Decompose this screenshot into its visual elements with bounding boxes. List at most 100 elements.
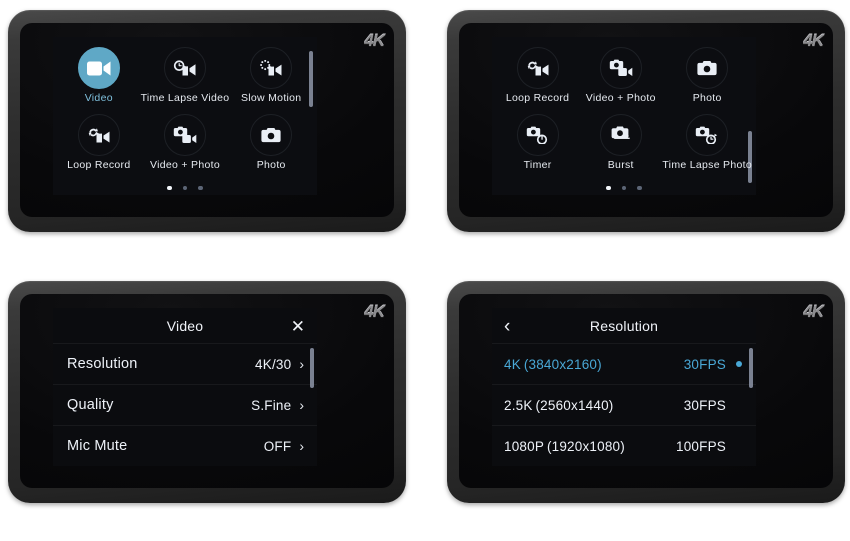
mode-icon-wrap [163,114,206,156]
mode-label: Video + Photo [150,159,220,171]
page-dot-1[interactable] [167,185,172,190]
resolution-option-1080p[interactable]: 1080P (1920x1080) 100FPS [492,426,756,466]
mode-item-time-lapse-video[interactable]: Time Lapse Video [141,47,230,114]
resolution-label: 4K (3840x2160) [504,356,602,372]
action-camera-device-3: 4K Video ✕ Resolution 4K/30 › Quality S.… [8,281,406,506]
setting-label: Quality [67,397,114,413]
device-3-screen: Video ✕ Resolution 4K/30 › Quality S.Fin… [53,308,317,466]
mode-icon-wrap [250,47,293,89]
loop-record-icon [526,60,550,77]
fps-label: 30FPS [683,356,726,372]
mode-label: Time Lapse Video [140,92,230,104]
setting-label: Mic Mute [67,438,128,454]
mode-item-timer[interactable]: Timer [496,114,579,181]
video-camcorder-icon [86,60,111,77]
fps-label: 100FPS [676,438,726,454]
resolution-option-2-5k[interactable]: 2.5K (2560x1440) 30FPS [492,385,756,426]
mode-item-photo[interactable]: Photo [229,114,313,181]
mode-item-video[interactable]: Video [57,47,141,114]
mode-icon-wrap [516,47,559,89]
device-4-glass: 4K ‹ Resolution 4K (3840x2160) 30FPS 2.5… [459,294,833,488]
mode-item-video-plus-photo[interactable]: Video + Photo [141,114,230,181]
mode-icon-wrap [599,114,642,156]
mode-icon-wrap [250,114,293,156]
4k-badge-icon: 4K [803,302,824,321]
mode-label: Video + Photo [585,92,656,104]
burst-camera-icon [610,126,632,145]
video-plus-photo-icon [173,126,197,144]
device-2-screen: Loop Record Video + Photo Photo Timer Bu… [492,37,756,195]
page-indicator [53,185,317,190]
device-3-glass: 4K Video ✕ Resolution 4K/30 › Quality S.… [20,294,394,488]
mode-icon-wrap [516,114,559,156]
resolution-label: 1080P (1920x1080) [504,438,625,454]
4k-badge-icon: 4K [803,31,824,50]
action-camera-device-2: 4K Loop Record Video + Photo Photo Timer… [447,10,845,235]
resolution-header: ‹ Resolution [492,308,756,344]
mode-label: Burst [607,159,634,171]
mode-icon-wrap [163,47,206,89]
screen-scrollbar[interactable] [310,348,314,388]
page-title: Video [166,317,204,334]
selected-dot-icon [736,443,742,449]
page-dot-1[interactable] [606,185,611,190]
mode-label: Time Lapse Photo [662,159,752,171]
mode-item-burst[interactable]: Burst [579,114,662,181]
screen-scrollbar[interactable] [749,348,753,388]
mode-label: Loop Record [505,92,570,104]
mode-item-loop-record[interactable]: Loop Record [496,47,579,114]
mode-item-photo[interactable]: Photo [662,47,752,114]
page-dot-3[interactable] [637,185,642,190]
device-4-screen: ‹ Resolution 4K (3840x2160) 30FPS 2.5K (… [492,308,756,466]
timelapse-photo-icon [695,126,719,144]
4k-badge-icon: 4K [364,31,385,50]
mode-label: Slow Motion [240,92,302,104]
mode-item-video-plus-photo[interactable]: Video + Photo [579,47,662,114]
chevron-right-icon: › [299,356,304,372]
photo-camera-icon [261,127,282,144]
setting-value: OFF [263,438,292,454]
setting-label: Resolution [67,356,138,372]
page-dot-3[interactable] [198,185,203,190]
video-plus-photo-icon [609,59,633,77]
resolution-label: 2.5K (2560x1440) [504,397,614,413]
setting-row-mic-mute[interactable]: Mic Mute OFF › [53,426,317,466]
action-camera-device-4: 4K ‹ Resolution 4K (3840x2160) 30FPS 2.5… [447,281,845,506]
screenshot-canvas: 4K Video Time Lapse Video Slow Motion Lo… [0,0,850,541]
mode-label: Video [84,92,113,104]
mode-icon-wrap [686,114,729,156]
timelapse-video-icon [173,59,197,77]
mode-icon-wrap [686,47,729,89]
device-1-glass: 4K Video Time Lapse Video Slow Motion Lo… [20,23,394,217]
selected-dot-icon [736,361,742,367]
mode-grid-page-2: Loop Record Video + Photo Photo Timer Bu… [492,47,756,181]
close-icon[interactable]: ✕ [291,308,305,344]
page-dot-2[interactable] [621,185,627,190]
setting-row-resolution[interactable]: Resolution 4K/30 › [53,344,317,385]
device-1-screen: Video Time Lapse Video Slow Motion Loop … [53,37,317,195]
timer-camera-icon [526,126,550,144]
loop-record-icon [87,127,111,144]
mode-item-loop-record[interactable]: Loop Record [57,114,141,181]
mode-grid-page-1: Video Time Lapse Video Slow Motion Loop … [53,47,317,181]
action-camera-device-1: 4K Video Time Lapse Video Slow Motion Lo… [8,10,406,235]
mode-icon-wrap [77,114,120,156]
mode-label: Loop Record [67,159,131,171]
selected-dot-icon [736,402,742,408]
photo-camera-icon [697,60,718,77]
mode-icon-wrap [77,47,120,89]
back-icon[interactable]: ‹ [504,308,510,344]
mode-item-slow-motion[interactable]: Slow Motion [229,47,313,114]
mode-item-time-lapse-photo[interactable]: Time Lapse Photo [662,114,752,181]
device-2-glass: 4K Loop Record Video + Photo Photo Timer… [459,23,833,217]
mode-label: Timer [523,159,552,171]
setting-value: 4K/30 [255,356,292,372]
page-title: Resolution [589,317,659,334]
resolution-option-4k[interactable]: 4K (3840x2160) 30FPS [492,344,756,385]
mode-label: Photo [692,92,722,104]
video-settings-header: Video ✕ [53,308,317,344]
page-indicator [492,185,756,190]
page-dot-2[interactable] [182,185,188,190]
setting-row-quality[interactable]: Quality S.Fine › [53,385,317,426]
chevron-right-icon: › [299,397,304,413]
